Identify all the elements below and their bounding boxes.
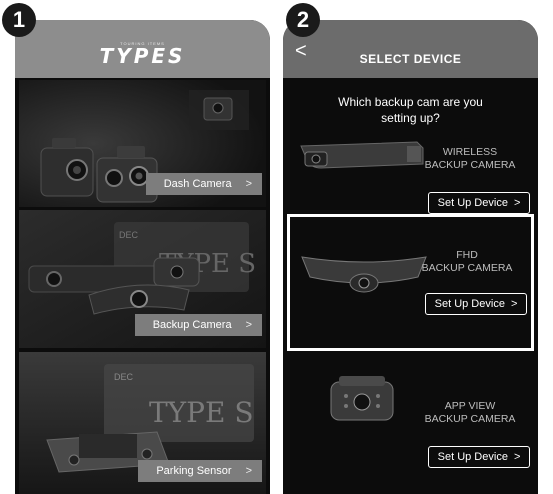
device-name-line1: WIRELESS	[442, 146, 498, 158]
device-name-line2: BACKUP CAMERA	[421, 262, 513, 274]
parking-sensor-label[interactable]: Parking Sensor >	[138, 460, 262, 482]
app-header: < SELECT DEVICE	[283, 20, 538, 78]
svg-text:DEC: DEC	[114, 372, 134, 382]
device-name: APP VIEW BACKUP CAMERA	[410, 400, 530, 426]
button-label: Set Up Device	[434, 298, 505, 310]
chevron-right-icon: >	[245, 465, 252, 477]
setup-device-button[interactable]: Set Up Device >	[425, 293, 527, 315]
backup-camera-label[interactable]: Backup Camera >	[134, 314, 262, 336]
chevron-right-icon: >	[510, 298, 518, 310]
device-card-fhd[interactable]: FHD BACKUP CAMERA Set Up Device >	[287, 214, 534, 351]
device-name-line1: APP VIEW	[444, 400, 496, 412]
phone-screen-2: < SELECT DEVICE Which backup cam are you…	[283, 20, 538, 494]
device-name-line2: BACKUP CAMERA	[424, 159, 516, 171]
chevron-right-icon: >	[513, 197, 521, 209]
page-title: SELECT DEVICE	[359, 52, 462, 66]
chevron-right-icon: >	[245, 319, 252, 331]
chevron-right-icon: >	[513, 451, 521, 463]
device-name: WIRELESS BACKUP CAMERA	[410, 146, 530, 172]
dash-camera-tile[interactable]: Dash Camera >	[19, 80, 266, 207]
tile-label-text: Parking Sensor	[156, 465, 232, 477]
step-2-badge: 2	[286, 3, 320, 37]
svg-text:TYPE S: TYPE S	[149, 396, 254, 429]
app-view-camera-image	[330, 376, 394, 421]
device-name-line2: BACKUP CAMERA	[424, 413, 516, 425]
button-label: Set Up Device	[437, 451, 508, 463]
tile-label-text: Backup Camera	[152, 319, 232, 331]
setup-device-button[interactable]: Set Up Device >	[428, 446, 530, 468]
types-logo: TOURING ITEMS TYPES	[100, 41, 186, 66]
device-card-wireless[interactable]: WIRELESS BACKUP CAMERA Set Up Device >	[287, 94, 534, 226]
device-name-line1: FHD	[456, 249, 478, 261]
phone-screen-1: TOURING ITEMS TYPES Dash Camera > DEC TY…	[15, 20, 270, 494]
button-label: Set Up Device	[437, 197, 508, 209]
chevron-left-icon[interactable]: <	[295, 41, 309, 62]
backup-camera-tile[interactable]: DEC TYPE S Backup Camera >	[19, 210, 266, 348]
setup-device-button[interactable]: Set Up Device >	[428, 192, 530, 214]
app-header: TOURING ITEMS TYPES	[15, 20, 270, 78]
chevron-right-icon: >	[245, 178, 252, 190]
tile-label-text: Dash Camera	[163, 178, 232, 190]
device-card-app-view[interactable]: APP VIEW BACKUP CAMERA Set Up Device >	[287, 358, 534, 494]
step-1-badge: 1	[2, 3, 36, 37]
logo-wordmark: TYPES	[99, 43, 186, 68]
device-name: FHD BACKUP CAMERA	[407, 249, 527, 275]
parking-sensor-tile[interactable]: DEC TYPE S Parking Sensor >	[19, 352, 266, 494]
dash-camera-label[interactable]: Dash Camera >	[145, 173, 262, 195]
svg-text:DEC: DEC	[119, 230, 139, 240]
